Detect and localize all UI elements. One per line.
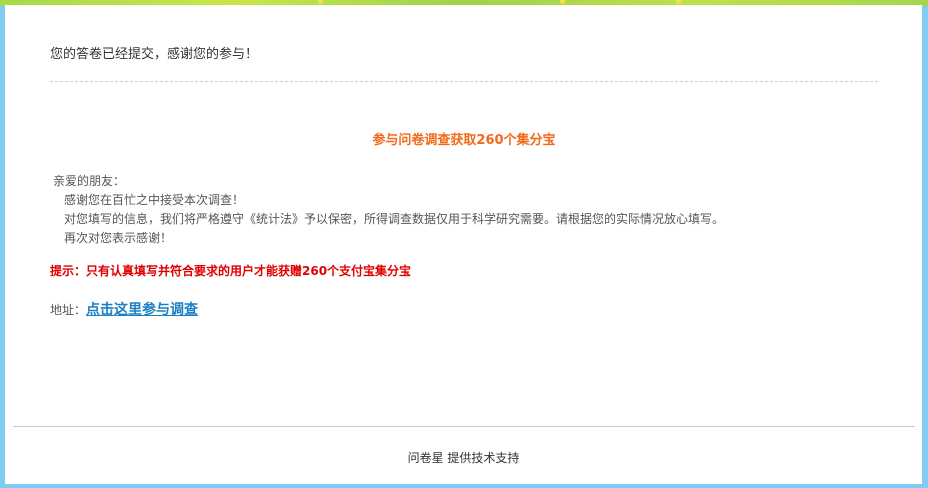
survey-link[interactable]: 点击这里参与调查 xyxy=(86,302,198,318)
banner-flower-icon xyxy=(676,0,681,4)
dashed-divider xyxy=(50,81,878,82)
footer-credit: 问卷星 提供技术支持 xyxy=(407,451,520,465)
letter-line: 再次对您表示感谢！ xyxy=(64,231,173,245)
page: { "submit_message": "您的答卷已经提交，感谢您的参与！", … xyxy=(0,0,928,488)
letter-body: 亲爱的朋友： 感谢您在百忙之中接受本次调查！ 对您填写的信息，我们将严格遵守《统… xyxy=(53,172,724,248)
address-label: 地址： xyxy=(50,303,87,317)
submit-confirmation: 您的答卷已经提交，感谢您的参与！ xyxy=(50,47,259,62)
tip-notice: 提示：只有认真填写并符合要求的用户才能获赠260个支付宝集分宝 xyxy=(50,264,412,278)
letter-line: 感谢您在百忙之中接受本次调查！ xyxy=(64,193,245,207)
banner-flower-icon xyxy=(318,0,323,4)
banner-flower-icon xyxy=(560,0,565,4)
content-card: 您的答卷已经提交，感谢您的参与！ 参与问卷调查获取260个集分宝 亲爱的朋友： … xyxy=(5,5,922,484)
address-row: 地址：点击这里参与调查 xyxy=(50,299,198,319)
footer-divider xyxy=(13,426,915,427)
promo-title: 参与问卷调查获取260个集分宝 xyxy=(372,133,556,148)
letter-line: 对您填写的信息，我们将严格遵守《统计法》予以保密，所得调查数据仅用于科学研究需要… xyxy=(64,212,725,226)
letter-greeting: 亲爱的朋友： xyxy=(53,174,126,188)
